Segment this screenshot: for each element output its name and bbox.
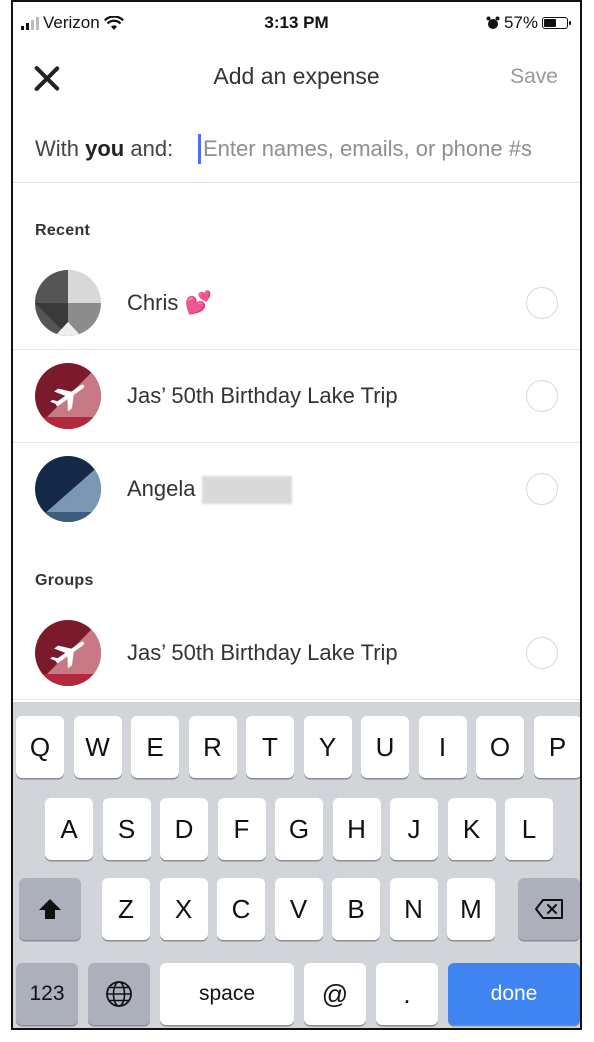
key-q[interactable]: Q bbox=[16, 716, 64, 778]
text-cursor bbox=[198, 134, 201, 164]
key-k[interactable]: K bbox=[447, 798, 496, 860]
list-item-name: Jas’ 50th Birthday Lake Trip bbox=[127, 383, 398, 408]
key-x[interactable]: X bbox=[159, 878, 208, 940]
battery-fill bbox=[544, 19, 556, 27]
numbers-key[interactable]: 123 bbox=[16, 963, 78, 1025]
angela-name: Angela bbox=[127, 476, 196, 501]
shift-icon bbox=[39, 899, 61, 919]
key-w[interactable]: W bbox=[73, 716, 122, 778]
key-r[interactable]: R bbox=[188, 716, 237, 778]
at-key[interactable]: @ bbox=[304, 963, 366, 1025]
list-item-name: Chris 💕 bbox=[127, 290, 212, 316]
with-label: With you and: bbox=[35, 136, 173, 162]
period-key[interactable]: . bbox=[376, 963, 438, 1025]
avatar-angela bbox=[35, 456, 101, 522]
list-item-angela[interactable]: Angela bbox=[13, 443, 580, 535]
key-u[interactable]: U bbox=[361, 716, 409, 778]
globe-key[interactable] bbox=[88, 963, 150, 1025]
heart-emoji-icon: 💕 bbox=[184, 290, 212, 315]
status-bar: Verizon 3:13 PM 57% bbox=[13, 2, 580, 40]
list-item-chris[interactable]: Chris 💕 bbox=[13, 257, 580, 350]
key-v[interactable]: V bbox=[274, 878, 323, 940]
key-l[interactable]: L bbox=[505, 798, 553, 860]
list-item-trip[interactable]: Jas’ 50th Birthday Lake Trip bbox=[13, 350, 580, 443]
avatar-trip bbox=[35, 363, 101, 429]
with-participants-row: With you and: bbox=[13, 120, 580, 183]
key-b[interactable]: B bbox=[332, 878, 380, 940]
keyboard: 123 space @ . done QWERTYUIOP ASDFGHJKL ZX… bbox=[13, 702, 580, 1028]
key-j[interactable]: J bbox=[390, 798, 438, 860]
key-p[interactable]: P bbox=[533, 716, 580, 778]
avatar-group-trip bbox=[35, 620, 101, 686]
recent-header: Recent bbox=[35, 222, 91, 239]
key-c[interactable]: C bbox=[217, 878, 265, 940]
key-m[interactable]: M bbox=[447, 878, 495, 940]
participants-input[interactable] bbox=[203, 132, 573, 166]
globe-icon bbox=[106, 981, 132, 1007]
key-e[interactable]: E bbox=[131, 716, 179, 778]
list-item-name: Angela bbox=[127, 476, 292, 505]
key-h[interactable]: H bbox=[332, 798, 381, 860]
phone-screen: Verizon 3:13 PM 57% Add an expense Save … bbox=[11, 0, 582, 1030]
list-item-group-trip[interactable]: Jas’ 50th Birthday Lake Trip bbox=[13, 607, 580, 700]
key-s[interactable]: S bbox=[102, 798, 151, 860]
avatar-chris bbox=[35, 270, 101, 336]
groups-header: Groups bbox=[35, 572, 94, 589]
key-i[interactable]: I bbox=[418, 716, 467, 778]
chris-name: Chris bbox=[127, 290, 179, 315]
space-key[interactable]: space bbox=[160, 963, 294, 1025]
page-title: Add an expense bbox=[213, 63, 380, 89]
key-d[interactable]: D bbox=[160, 798, 208, 860]
backspace-icon bbox=[535, 899, 563, 919]
key-g[interactable]: G bbox=[275, 798, 323, 860]
key-n[interactable]: N bbox=[389, 878, 438, 940]
list-item-name: Jas’ 50th Birthday Lake Trip bbox=[127, 640, 398, 665]
with-suffix: and: bbox=[124, 136, 174, 161]
select-radio[interactable] bbox=[526, 287, 558, 319]
status-right: 57% bbox=[486, 13, 571, 33]
key-t[interactable]: T bbox=[246, 716, 294, 778]
shift-key[interactable] bbox=[19, 878, 81, 940]
save-button[interactable]: Save bbox=[510, 65, 558, 89]
select-radio[interactable] bbox=[526, 380, 558, 412]
done-key[interactable]: done bbox=[448, 963, 580, 1025]
nav-bar: Add an expense Save bbox=[13, 48, 580, 108]
with-you: you bbox=[85, 136, 125, 161]
key-f[interactable]: F bbox=[217, 798, 266, 860]
with-prefix: With bbox=[35, 136, 86, 161]
battery-icon bbox=[542, 17, 571, 29]
select-radio[interactable] bbox=[526, 637, 558, 669]
battery-percent: 57% bbox=[503, 13, 538, 32]
backspace-key[interactable] bbox=[518, 878, 580, 940]
key-y[interactable]: Y bbox=[303, 716, 352, 778]
key-z[interactable]: Z bbox=[102, 878, 150, 940]
key-o[interactable]: O bbox=[476, 716, 524, 778]
alarm-icon bbox=[486, 16, 500, 29]
select-radio[interactable] bbox=[526, 473, 558, 505]
redacted-surname bbox=[201, 476, 292, 505]
key-a[interactable]: A bbox=[45, 798, 93, 860]
